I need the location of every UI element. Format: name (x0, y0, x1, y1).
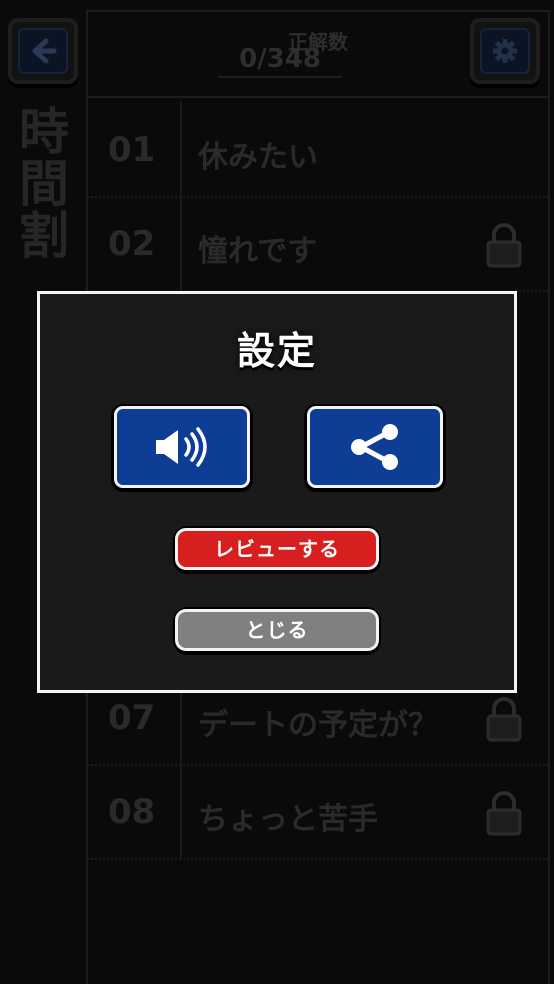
sound-toggle-button[interactable] (111, 404, 253, 492)
lock-icon (486, 697, 522, 742)
lock-icon (486, 791, 522, 836)
score-value: 0/348 (218, 44, 342, 78)
category-title-char: 間 (19, 155, 69, 213)
list-item[interactable]: 01 休みたい (88, 102, 548, 198)
close-button[interactable]: とじる (173, 607, 381, 655)
settings-button[interactable] (470, 18, 540, 84)
item-number: 07 (108, 698, 156, 738)
item-title: 休みたい (198, 140, 318, 175)
review-button-label: レビューする (175, 528, 379, 570)
review-button[interactable]: レビューする (173, 526, 381, 574)
item-title: デートの予定が？ (198, 708, 438, 743)
item-title: 憧れです (198, 234, 318, 269)
category-title-char: 割 (19, 207, 69, 265)
back-button[interactable] (8, 18, 78, 84)
category-title-char: 時 (19, 103, 69, 161)
list-item[interactable]: 08 ちょっと苦手 (88, 764, 548, 860)
lock-icon (486, 223, 522, 268)
settings-dialog: 設定 レビューする とじる (37, 291, 517, 693)
share-icon (351, 424, 398, 470)
close-button-label: とじる (175, 609, 379, 651)
share-button[interactable] (304, 404, 446, 492)
list-item[interactable]: 02 憧れです (88, 196, 548, 292)
gear-icon (493, 39, 517, 63)
item-number: 01 (108, 130, 156, 170)
app-screen: 正解数 0/348 時 間 割 01 休みたい 02 憧れです 07 デートの予… (0, 0, 554, 984)
speaker-icon (156, 427, 207, 467)
item-title: ちょっと苦手 (198, 802, 378, 837)
arrow-left-icon (32, 38, 57, 64)
dialog-title: 設定 (236, 329, 317, 373)
item-number: 08 (108, 792, 156, 832)
item-number: 02 (108, 224, 156, 264)
category-title: 時 間 割 (12, 106, 76, 262)
